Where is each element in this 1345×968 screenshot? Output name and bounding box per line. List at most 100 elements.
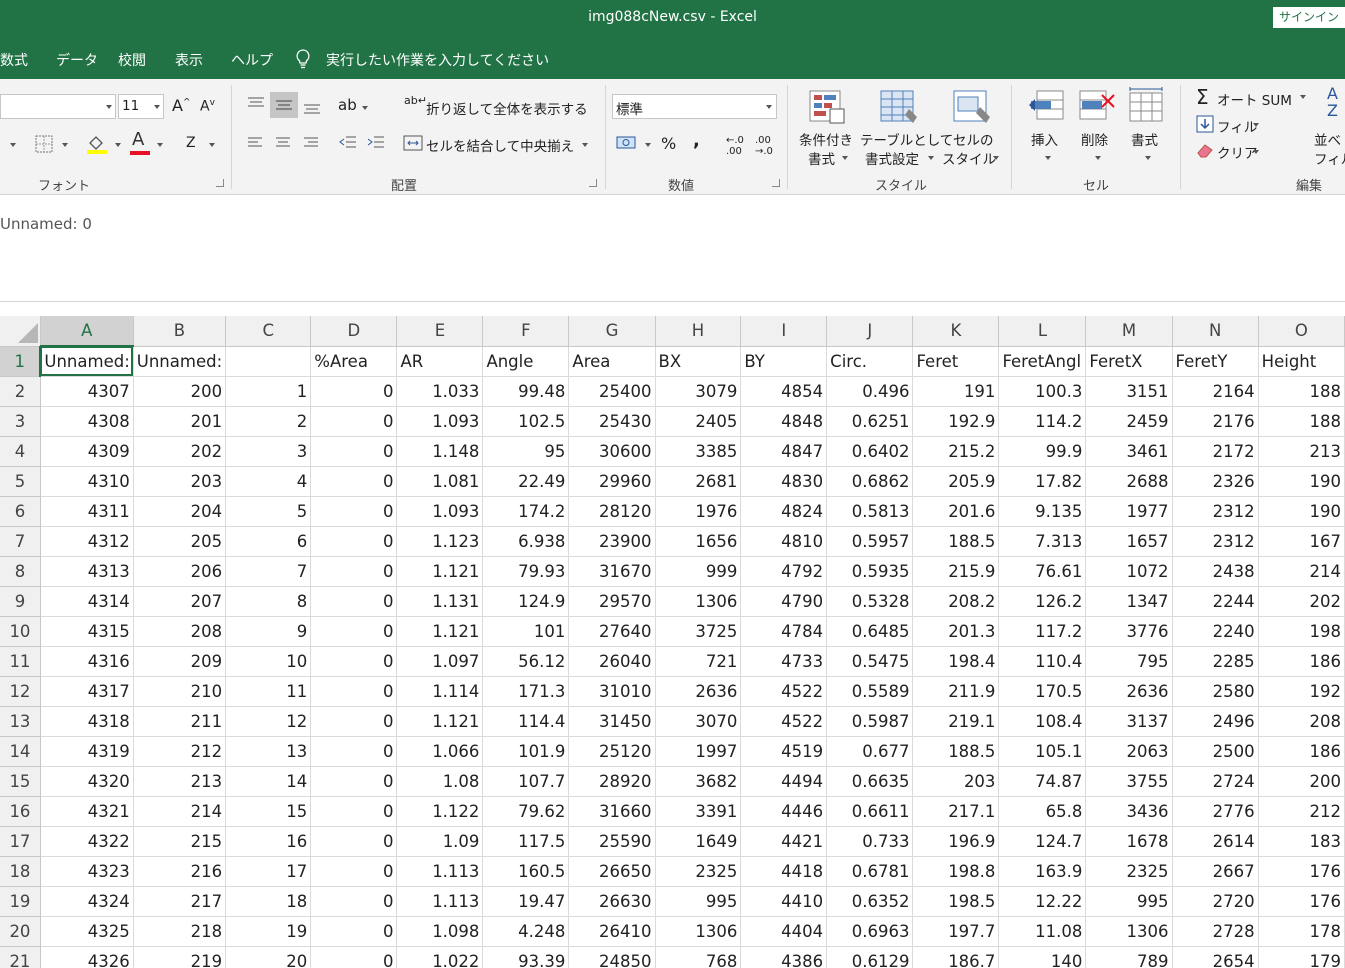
cell[interactable]: 1656 xyxy=(655,526,742,557)
cell[interactable]: 0 xyxy=(310,736,398,767)
cell[interactable]: 217 xyxy=(133,886,227,917)
cell[interactable]: 219.1 xyxy=(912,706,1000,737)
cell-styles-button[interactable]: セルの xyxy=(953,129,994,149)
cell[interactable]: 4313 xyxy=(40,556,134,587)
cell[interactable]: 208 xyxy=(133,616,227,647)
cell[interactable]: 2172 xyxy=(1172,436,1259,467)
cell[interactable]: 2312 xyxy=(1172,526,1259,557)
row-header[interactable]: 20 xyxy=(0,916,41,947)
header-cell[interactable] xyxy=(225,346,312,377)
cell[interactable]: 124.9 xyxy=(482,586,570,617)
header-cell[interactable]: BY xyxy=(740,346,828,377)
cell[interactable]: 198.4 xyxy=(912,646,1000,677)
cell[interactable]: 190 xyxy=(1258,466,1345,497)
cell[interactable]: 183 xyxy=(1258,826,1345,857)
cell[interactable]: 0.5328 xyxy=(826,586,914,617)
cell[interactable]: 171.3 xyxy=(482,676,570,707)
cell[interactable]: 30600 xyxy=(568,436,656,467)
cell[interactable]: 26410 xyxy=(568,916,656,947)
cell[interactable]: 25400 xyxy=(568,376,656,407)
cell[interactable]: 114.4 xyxy=(482,706,570,737)
cell[interactable]: 1 xyxy=(225,376,312,407)
cell[interactable]: 1306 xyxy=(1085,916,1173,947)
cell[interactable]: 4522 xyxy=(740,676,828,707)
cell[interactable]: 200 xyxy=(133,376,227,407)
column-header-l[interactable]: L xyxy=(998,316,1087,347)
column-header-h[interactable]: H xyxy=(655,316,742,347)
cell[interactable]: 0 xyxy=(310,376,398,407)
cell[interactable]: 76.61 xyxy=(998,556,1087,587)
cell[interactable]: 19 xyxy=(225,916,312,947)
cell[interactable]: 203 xyxy=(912,766,1000,797)
cell[interactable]: 29570 xyxy=(568,586,656,617)
row-header[interactable]: 16 xyxy=(0,796,41,827)
cell[interactable]: 3755 xyxy=(1085,766,1173,797)
cell[interactable]: 0 xyxy=(310,676,398,707)
cell[interactable]: 0.5589 xyxy=(826,676,914,707)
cell[interactable]: 4830 xyxy=(740,466,828,497)
cell[interactable]: 0.6635 xyxy=(826,766,914,797)
cell[interactable]: 1977 xyxy=(1085,496,1173,527)
cell[interactable]: 0 xyxy=(310,466,398,497)
cell[interactable]: 4308 xyxy=(40,406,134,437)
cell[interactable]: 203 xyxy=(133,466,227,497)
clear-button[interactable]: クリア xyxy=(1217,142,1258,162)
cell[interactable]: 20 xyxy=(225,946,312,968)
cell[interactable]: 4325 xyxy=(40,916,134,947)
cell[interactable]: 1.022 xyxy=(396,946,484,968)
cell[interactable]: 3436 xyxy=(1085,796,1173,827)
cell[interactable]: 25430 xyxy=(568,406,656,437)
row-header[interactable]: 5 xyxy=(0,466,41,497)
cell[interactable]: 108.4 xyxy=(998,706,1087,737)
cell[interactable]: 74.87 xyxy=(998,766,1087,797)
header-cell[interactable]: Unnamed: xyxy=(133,346,227,377)
cell[interactable]: 0.5987 xyxy=(826,706,914,737)
cell[interactable]: 198.8 xyxy=(912,856,1000,887)
cell[interactable]: 4404 xyxy=(740,916,828,947)
comma-button[interactable]: , xyxy=(693,130,700,151)
format-cells-button[interactable]: 書式 xyxy=(1131,129,1158,149)
cell[interactable]: 2654 xyxy=(1172,946,1259,968)
cell[interactable]: 1.122 xyxy=(396,796,484,827)
cell[interactable]: 124.7 xyxy=(998,826,1087,857)
cell[interactable]: 3391 xyxy=(655,796,742,827)
cell[interactable]: 209 xyxy=(133,646,227,677)
cell[interactable]: 198.5 xyxy=(912,886,1000,917)
align-top-icon[interactable] xyxy=(246,95,266,113)
cell[interactable]: 2063 xyxy=(1085,736,1173,767)
cell[interactable]: 3725 xyxy=(655,616,742,647)
cell[interactable]: 0.6781 xyxy=(826,856,914,887)
cell[interactable]: 0 xyxy=(310,616,398,647)
cell[interactable]: 2580 xyxy=(1172,676,1259,707)
cell[interactable]: 167 xyxy=(1258,526,1345,557)
cell[interactable]: 11.08 xyxy=(998,916,1087,947)
column-header-b[interactable]: B xyxy=(133,316,227,347)
cell[interactable]: 28920 xyxy=(568,766,656,797)
cell[interactable]: 188.5 xyxy=(912,526,1000,557)
cell[interactable]: 1.081 xyxy=(396,466,484,497)
cell[interactable]: 192.9 xyxy=(912,406,1000,437)
align-center-icon[interactable] xyxy=(274,135,292,151)
cell[interactable]: 999 xyxy=(655,556,742,587)
cell[interactable]: 4312 xyxy=(40,526,134,557)
cell[interactable]: 6.938 xyxy=(482,526,570,557)
cell[interactable]: 0.6611 xyxy=(826,796,914,827)
row-header[interactable]: 6 xyxy=(0,496,41,527)
column-header-g[interactable]: G xyxy=(568,316,656,347)
cell[interactable]: 99.48 xyxy=(482,376,570,407)
cell[interactable]: 215 xyxy=(133,826,227,857)
cell[interactable]: 214 xyxy=(133,796,227,827)
cell[interactable]: 1.098 xyxy=(396,916,484,947)
number-dialog-launcher-icon[interactable] xyxy=(772,179,780,187)
cell[interactable]: 1.08 xyxy=(396,766,484,797)
cell[interactable]: 114.2 xyxy=(998,406,1087,437)
cell[interactable]: 201 xyxy=(133,406,227,437)
row-header[interactable]: 11 xyxy=(0,646,41,677)
cell[interactable]: 1.113 xyxy=(396,886,484,917)
cell[interactable]: 2312 xyxy=(1172,496,1259,527)
cell[interactable]: 218 xyxy=(133,916,227,947)
cell[interactable]: 2459 xyxy=(1085,406,1173,437)
cell[interactable]: 1.121 xyxy=(396,616,484,647)
cell[interactable]: 1.114 xyxy=(396,676,484,707)
cell[interactable]: 0.6963 xyxy=(826,916,914,947)
